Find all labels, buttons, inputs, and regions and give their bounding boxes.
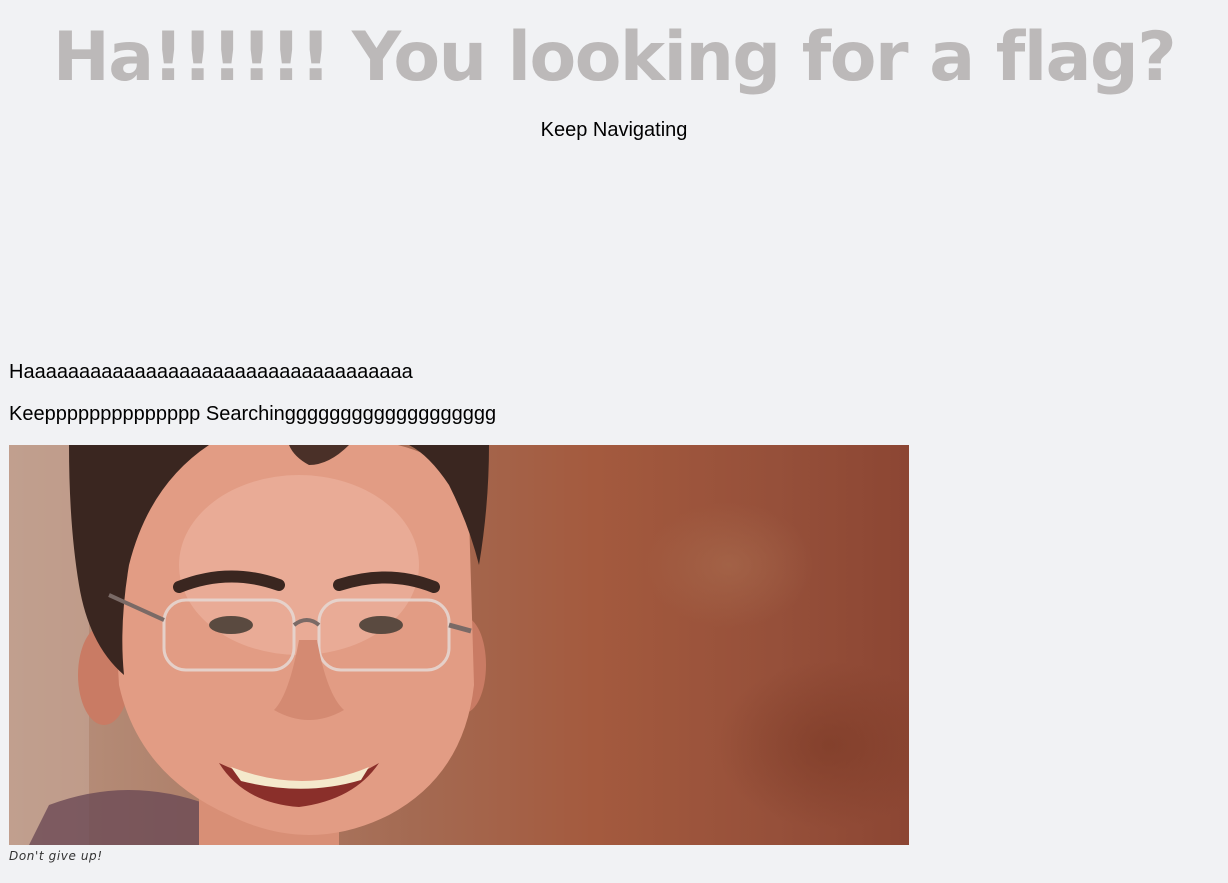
paragraph-keep-searching: Keepppppppppppppp Searchingggggggggggggg… [9, 403, 497, 425]
right-eye [359, 616, 403, 634]
portrait-illustration [9, 445, 489, 845]
left-eye [209, 616, 253, 634]
page-subtitle: Keep Navigating [540, 119, 688, 141]
smiling-man-photo [9, 445, 909, 845]
paragraph-ha: Haaaaaaaaaaaaaaaaaaaaaaaaaaaaaaaaaaa [9, 361, 413, 383]
image-caption: Don't give up! [9, 849, 103, 863]
page-title: Ha!!!!!! You looking for a flag? [52, 18, 1177, 97]
